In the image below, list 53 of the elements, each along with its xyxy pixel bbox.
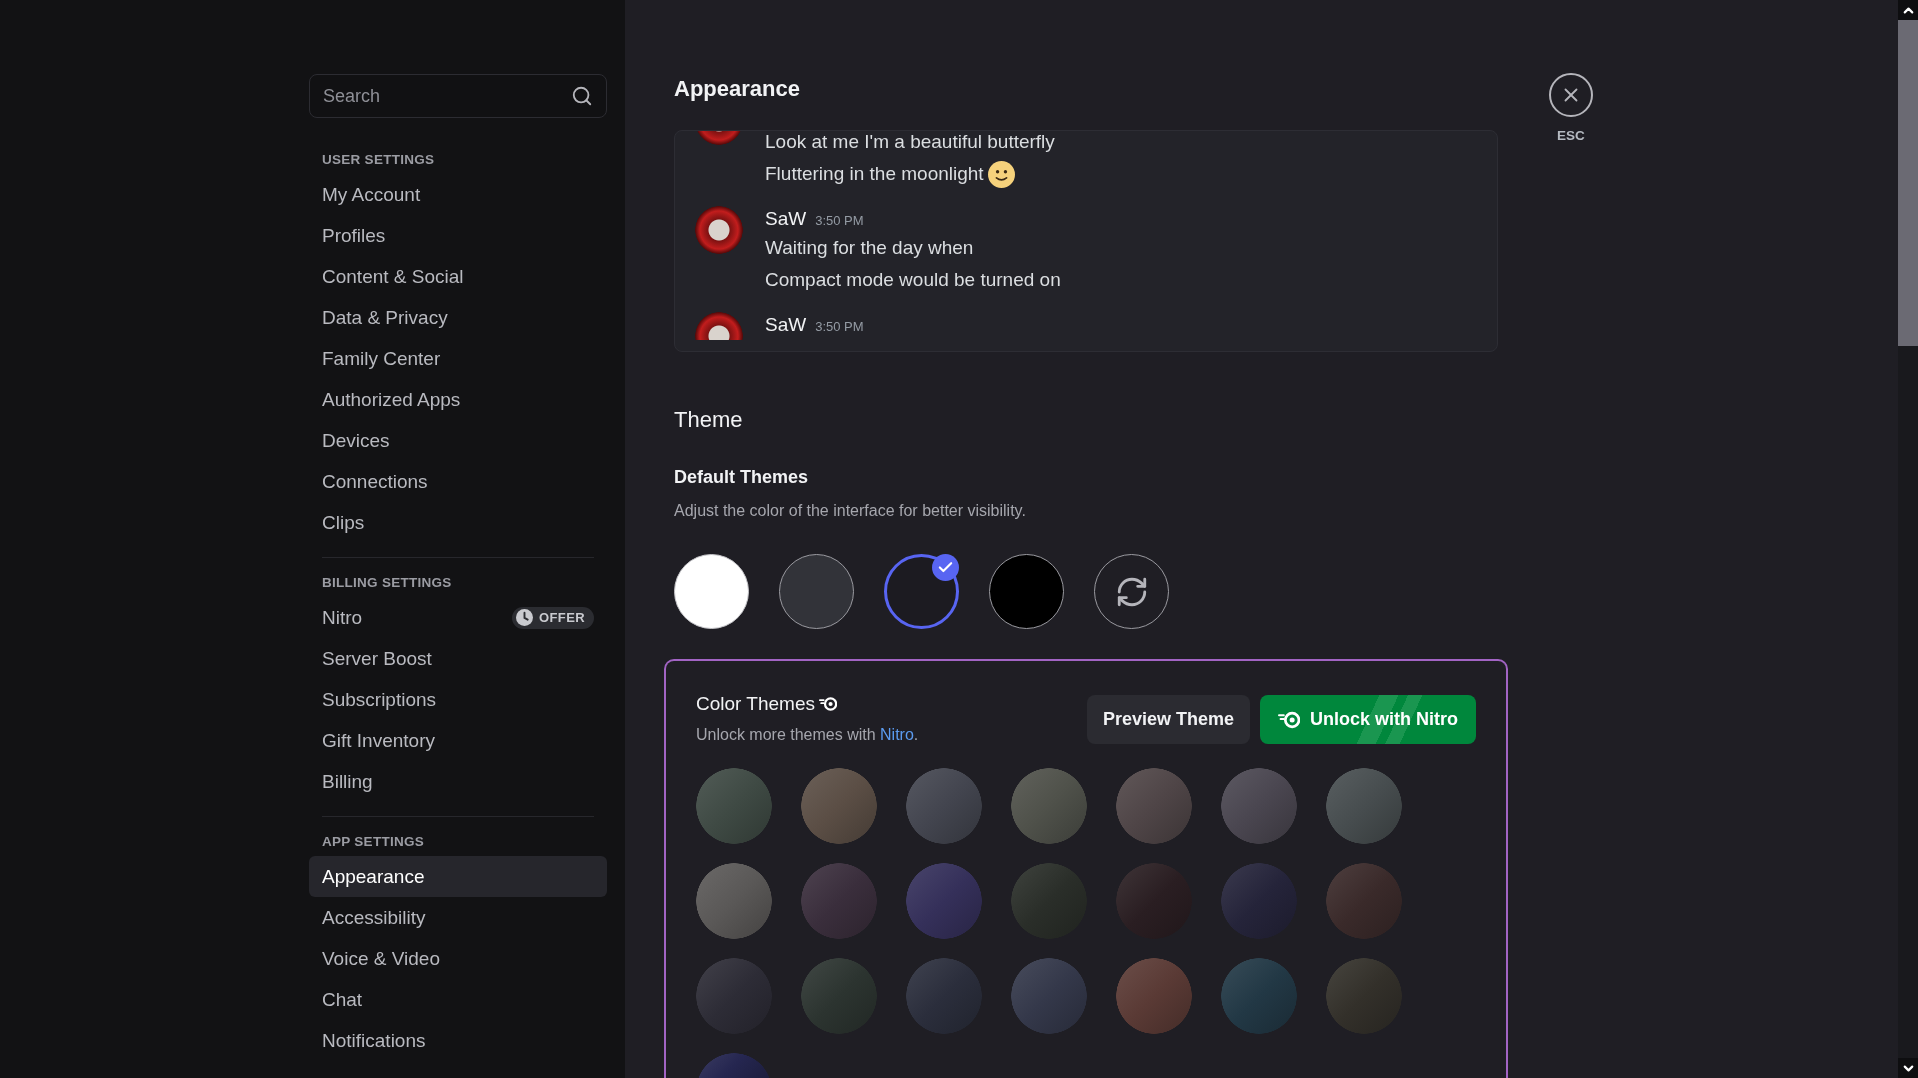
- message-time: 3:50 PM: [815, 212, 864, 230]
- author-name: SaW: [765, 207, 807, 231]
- sidebar-item[interactable]: Subscriptions: [309, 679, 607, 720]
- sidebar-item[interactable]: Accessibility: [309, 897, 607, 938]
- sidebar-item[interactable]: Voice & Video: [309, 938, 607, 979]
- search-field[interactable]: Search: [309, 74, 607, 118]
- sidebar-item[interactable]: My Account: [309, 174, 607, 215]
- sidebar-item[interactable]: Devices: [309, 420, 607, 461]
- section-heading: BILLING SETTINGS: [321, 574, 453, 592]
- message-text: Waiting for the day when: [765, 237, 974, 259]
- sidebar-item[interactable]: Profiles: [309, 215, 607, 256]
- speed-ring-icon: [819, 695, 837, 713]
- sidebar-item[interactable]: Chat: [309, 979, 607, 1020]
- sidebar-item[interactable]: Authorized Apps: [309, 379, 607, 420]
- preview-theme-button[interactable]: Preview Theme: [1086, 695, 1250, 744]
- sidebar-item[interactable]: Family Center: [309, 338, 607, 379]
- section-description: Adjust the color of the interface for better visibility.: [674, 501, 1027, 521]
- sidebar-item[interactable]: Gift Inventory: [309, 720, 607, 761]
- scrollbar-thumb[interactable]: [1898, 20, 1918, 346]
- nitro-link[interactable]: Nitro: [880, 726, 914, 743]
- section-subheading: Default Themes: [674, 466, 810, 489]
- close-button[interactable]: [1549, 73, 1593, 117]
- check-icon: [932, 554, 959, 581]
- unlock-button[interactable]: Unlock with Nitro: [1260, 695, 1476, 744]
- sidebar-item[interactable]: Server Boost: [309, 638, 607, 679]
- sidebar-item[interactable]: Content & Social: [309, 256, 607, 297]
- section-heading: Theme: [674, 406, 744, 434]
- avatar: [695, 312, 743, 340]
- clock-icon: [516, 609, 533, 626]
- sidebar-item[interactable]: Appearance: [309, 856, 607, 897]
- message-text: Fluttering in the moonlight: [765, 163, 984, 185]
- avatar: [695, 206, 743, 254]
- sidebar-item[interactable]: Nitro OFFER: [309, 597, 607, 638]
- card-description: Unlock more themes with Nitro.: [696, 725, 919, 745]
- card-title: Color Themes: [696, 693, 815, 715]
- scroll-down-button[interactable]: [1898, 1058, 1918, 1078]
- offer-badge: OFFER: [512, 606, 594, 629]
- search-icon: [571, 85, 593, 107]
- message-time: 3:50 PM: [815, 318, 864, 336]
- page-title: Appearance: [674, 75, 801, 103]
- esc-label: ESC: [1557, 128, 1585, 143]
- section-heading: APP SETTINGS: [321, 833, 425, 851]
- scroll-up-button[interactable]: [1898, 0, 1918, 20]
- sidebar-item[interactable]: Clips: [309, 502, 607, 543]
- author-name: SaW: [765, 313, 807, 337]
- sidebar-item[interactable]: Notifications: [309, 1020, 607, 1061]
- sidebar-item[interactable]: Billing: [309, 761, 607, 802]
- message-text: Look at me I'm a beautiful butterfly: [765, 131, 1055, 153]
- sidebar-item[interactable]: Data & Privacy: [309, 297, 607, 338]
- message-text: Compact mode would be turned on: [765, 269, 1061, 291]
- scrollbar-track[interactable]: [1898, 0, 1918, 1078]
- section-heading: USER SETTINGS: [321, 151, 436, 169]
- sidebar-item[interactable]: Connections: [309, 461, 607, 502]
